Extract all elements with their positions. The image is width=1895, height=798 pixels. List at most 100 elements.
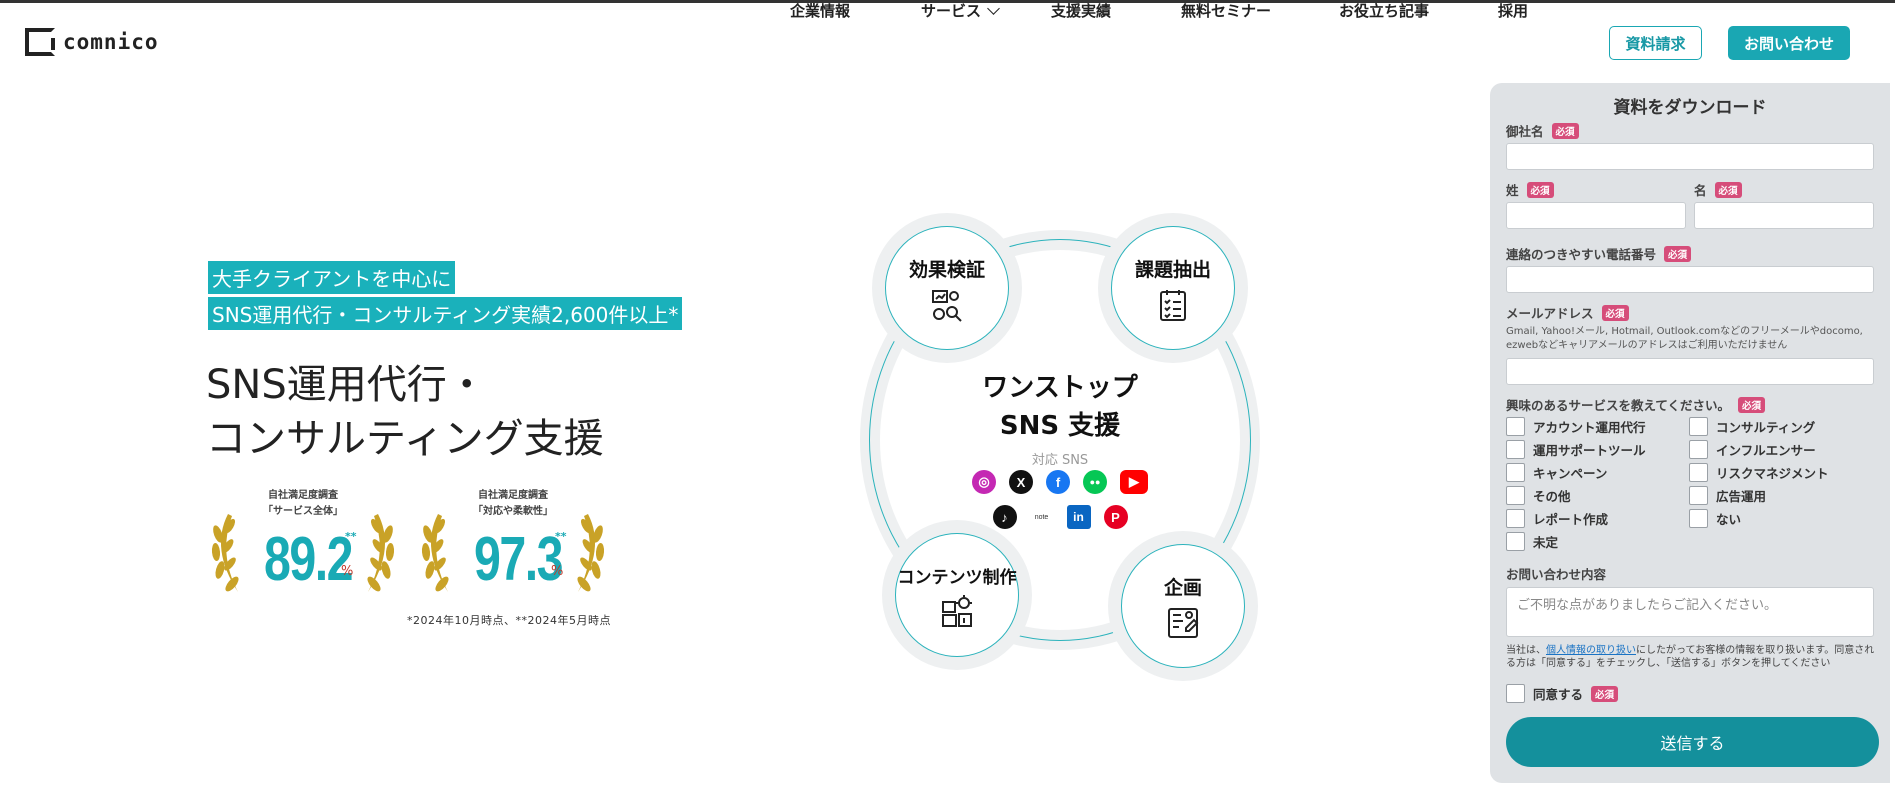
hero-highlight-1: 大手クライアントを中心に: [208, 261, 456, 294]
contact-button[interactable]: お問い合わせ: [1728, 26, 1850, 60]
award-caption-1: 自社満足度調査: [478, 490, 548, 501]
checklist-icon: [1160, 289, 1186, 321]
email-label: メールアドレス 必須: [1506, 303, 1629, 322]
option-support-tool[interactable]: 運用サポートツール: [1506, 440, 1646, 459]
checkbox[interactable]: [1689, 509, 1708, 528]
pinterest-icon: P: [1103, 505, 1128, 529]
checkbox[interactable]: [1689, 486, 1708, 505]
content-icon: [942, 594, 972, 627]
sns-row-1: ◎ X f ●● ▶: [840, 470, 1280, 494]
checkbox[interactable]: [1506, 684, 1525, 703]
node-label: 企画: [1163, 576, 1202, 599]
option-label: キャンペーン: [1533, 466, 1608, 481]
required-badge: 必須: [1551, 122, 1579, 139]
checkbox[interactable]: [1689, 417, 1708, 436]
agree-checkbox[interactable]: 同意する 必須: [1506, 684, 1619, 703]
node-content-production: コンテンツ制作: [882, 520, 1032, 670]
facebook-icon: f: [1046, 470, 1070, 494]
interest-label: 興味のあるサービスを教えてください。 必須: [1506, 395, 1766, 414]
onestop-diagram: ワンストップ SNS 支援 対応 SNS ◎ X f ●● ▶ ♪ note i…: [840, 205, 1280, 681]
chevron-down-icon: [987, 2, 1000, 15]
option-consulting[interactable]: コンサルティング: [1689, 417, 1815, 436]
checkbox[interactable]: [1506, 440, 1525, 459]
option-report[interactable]: レポート作成: [1506, 509, 1608, 528]
required-badge: 必須: [1591, 685, 1619, 702]
sns-label: 対応 SNS: [1031, 453, 1089, 468]
planning-icon: [1168, 607, 1199, 638]
last-name-input[interactable]: [1506, 202, 1686, 229]
form-title: 資料をダウンロード: [1613, 98, 1767, 118]
option-other[interactable]: その他: [1506, 486, 1571, 505]
inquiry-label: お問い合わせ内容: [1506, 567, 1607, 582]
option-undecided[interactable]: 未定: [1506, 532, 1558, 551]
instagram-icon: ◎: [972, 470, 996, 494]
doc-request-button[interactable]: 資料請求: [1609, 26, 1702, 60]
option-campaign[interactable]: キャンペーン: [1506, 463, 1607, 482]
option-label: リスクマネジメント: [1716, 466, 1829, 481]
checkbox[interactable]: [1506, 509, 1525, 528]
nav-company[interactable]: 企業情報: [790, 0, 850, 21]
option-risk-management[interactable]: リスクマネジメント: [1689, 463, 1829, 482]
nav-services[interactable]: サービス: [921, 0, 1000, 21]
logo[interactable]: comnico: [25, 28, 159, 56]
award-service: 自社満足度調査 「サービス全体」 89.2 ** %: [208, 486, 398, 596]
hero-title-line-1: SNS運用代行・: [206, 362, 487, 408]
nav-articles[interactable]: お役立ち記事: [1339, 0, 1429, 21]
required-badge: 必須: [1664, 245, 1692, 262]
inquiry-textarea[interactable]: ご不明な点がありましたらご記入ください。: [1506, 587, 1874, 637]
nav-cases[interactable]: 支援実績: [1051, 0, 1111, 21]
download-form: 資料をダウンロード 御社名 必須 姓必須 名必須 連絡のつきやすい電話番号 必須 メ…: [1490, 83, 1890, 783]
option-ads[interactable]: 広告運用: [1689, 486, 1766, 505]
option-label: 未定: [1533, 535, 1559, 550]
checkbox[interactable]: [1689, 463, 1708, 482]
submit-button[interactable]: 送信する: [1506, 717, 1879, 767]
checkbox[interactable]: [1506, 463, 1525, 482]
checkbox[interactable]: [1689, 440, 1708, 459]
option-label: レポート作成: [1533, 512, 1609, 527]
award-caption-1: 自社満足度調査: [268, 490, 338, 501]
first-name-label: 名必須: [1694, 180, 1742, 199]
phone-label: 連絡のつきやすい電話番号 必須: [1506, 244, 1692, 263]
option-account-management[interactable]: アカウント運用代行: [1506, 417, 1646, 436]
company-label: 御社名 必須: [1506, 121, 1579, 140]
privacy-policy-link[interactable]: 個人情報の取り扱い: [1546, 645, 1636, 656]
interest-label-text: 興味のあるサービスを教えてください。: [1506, 398, 1731, 413]
analytics-icon: [932, 289, 962, 322]
checkbox[interactable]: [1506, 486, 1525, 505]
first-name-input[interactable]: [1694, 202, 1874, 229]
policy-pre: 当社は、: [1506, 645, 1546, 656]
first-name-label-text: 名: [1694, 183, 1707, 198]
phone-input[interactable]: [1506, 266, 1874, 293]
center-line-1: ワンストップ: [982, 373, 1138, 403]
email-note: Gmail, Yahoo!メール, Hotmail, Outlook.comなど…: [1506, 326, 1863, 351]
sns-row-2: ♪ note in P: [840, 505, 1280, 529]
email-input[interactable]: [1506, 358, 1874, 385]
email-label-text: メールアドレス: [1506, 306, 1594, 321]
award-stars: **: [345, 530, 357, 543]
node-issue-extraction: 課題抽出: [1098, 213, 1248, 363]
checkbox[interactable]: [1506, 532, 1525, 551]
required-badge: 必須: [1714, 181, 1742, 198]
tiktok-icon: ♪: [992, 505, 1017, 529]
phone-label-text: 連絡のつきやすい電話番号: [1506, 247, 1657, 262]
checkbox[interactable]: [1506, 417, 1525, 436]
option-influencer[interactable]: インフルエンサー: [1689, 440, 1816, 459]
hero-title: SNS運用代行・ コンサルティング支援: [206, 358, 604, 466]
required-badge: 必須: [1526, 181, 1554, 198]
youtube-icon: ▶: [1120, 470, 1148, 494]
nav-recruit[interactable]: 採用: [1498, 0, 1528, 21]
node-verification: 効果検証: [872, 213, 1022, 363]
company-label-text: 御社名: [1506, 124, 1544, 139]
logo-mark-icon: [25, 28, 55, 56]
option-label: アカウント運用代行: [1533, 420, 1646, 435]
node-label: 効果検証: [908, 258, 985, 281]
company-input[interactable]: [1506, 143, 1874, 170]
award-unit: %: [341, 564, 354, 579]
x-icon: X: [1009, 470, 1033, 494]
privacy-policy-text: 当社は、個人情報の取り扱いにしたがってお客様の情報を取り扱います。同意される方は…: [1506, 644, 1881, 670]
award-stars: **: [555, 530, 567, 543]
agree-label: 同意する: [1533, 687, 1584, 702]
nav-seminar[interactable]: 無料セミナー: [1181, 0, 1271, 21]
option-none[interactable]: ない: [1689, 509, 1741, 528]
option-label: インフルエンサー: [1716, 443, 1816, 458]
